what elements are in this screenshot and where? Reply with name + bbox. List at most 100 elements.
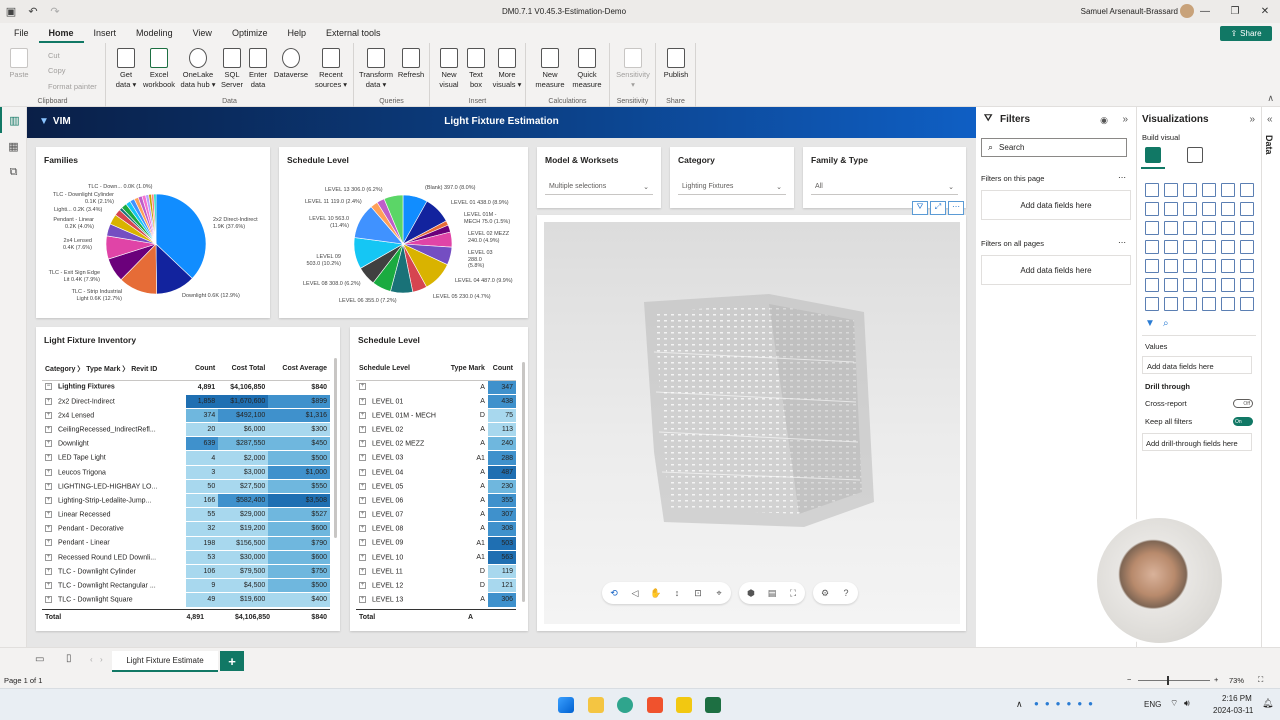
- expand-icon[interactable]: +: [359, 468, 366, 476]
- zoom-slider[interactable]: [1138, 680, 1210, 681]
- expand-icon[interactable]: +: [359, 596, 366, 604]
- table-row[interactable]: + LEVEL 05 A 230: [356, 479, 516, 495]
- visual-type-icon[interactable]: [1183, 259, 1197, 273]
- report-view-icon[interactable]: ▥: [0, 107, 27, 133]
- table-row[interactable]: + CeilingRecessed_IndirectRefl... 20 $6,000…: [42, 422, 330, 438]
- table-row[interactable]: + LEVEL 12 D 121: [356, 578, 516, 594]
- zoom-plus-icon[interactable]: +: [1214, 675, 1218, 684]
- expand-icon[interactable]: «: [1267, 114, 1273, 125]
- visual-type-icon[interactable]: [1183, 278, 1197, 292]
- expand-icon[interactable]: +: [45, 596, 52, 604]
- eye-hide-icon[interactable]: ◉: [1100, 115, 1108, 126]
- expand-icon[interactable]: +: [45, 411, 52, 419]
- pan-icon[interactable]: ✋: [650, 588, 662, 599]
- format-painter-button[interactable]: Format painter: [48, 82, 97, 91]
- scrollbar[interactable]: [334, 358, 337, 538]
- collapse-pane-icon[interactable]: »: [1122, 114, 1128, 125]
- visual-type-icon[interactable]: [1183, 297, 1197, 311]
- get-data-button[interactable]: Get data ▾: [112, 48, 140, 90]
- fit-view-icon[interactable]: ⛶: [787, 588, 799, 599]
- visual-type-icon[interactable]: [1221, 202, 1235, 216]
- inventory-card[interactable]: Light Fixture Inventory Category 〉 Type …: [36, 327, 340, 631]
- visual-type-icon[interactable]: [1221, 240, 1235, 254]
- expand-icon[interactable]: +: [45, 397, 52, 405]
- new-visual-button[interactable]: New visual: [436, 48, 462, 90]
- visual-type-icon[interactable]: [1202, 183, 1216, 197]
- zoom-level[interactable]: 73%: [1229, 676, 1244, 685]
- build-visual-tab-icon[interactable]: [1145, 147, 1161, 163]
- table-row[interactable]: + TLC - Downlight Rectangular ... 9 $4,500 $…: [42, 578, 330, 594]
- copy-button[interactable]: Copy: [48, 66, 66, 75]
- volume-icon[interactable]: 🔊︎: [1184, 698, 1190, 709]
- table-row[interactable]: + LED Tape Light 4 $2,000 $500: [42, 450, 330, 466]
- quick-measure-button[interactable]: Quick measure: [568, 48, 606, 90]
- visual-type-icon[interactable]: [1240, 221, 1254, 235]
- menu-file[interactable]: File: [4, 23, 39, 43]
- more-options-icon[interactable]: ⋯: [948, 201, 964, 215]
- menu-external-tools[interactable]: External tools: [316, 23, 391, 43]
- family-type-slicer[interactable]: Family & Type All ⌄: [803, 147, 966, 208]
- excel-icon[interactable]: [705, 697, 721, 713]
- expand-icon[interactable]: +: [45, 553, 52, 561]
- cross-report-toggle[interactable]: Off: [1233, 399, 1253, 408]
- schedule-table[interactable]: Schedule Level Type Mark Count + A 347 + LEV…: [356, 358, 516, 608]
- visual-type-icon[interactable]: [1164, 183, 1178, 197]
- recent-sources-button[interactable]: Recent sources ▾: [312, 48, 350, 90]
- menu-optimize[interactable]: Optimize: [222, 23, 278, 43]
- data-pane-collapsed[interactable]: « Data: [1261, 107, 1280, 647]
- report-filter-drop-zone[interactable]: Add data fields here: [981, 255, 1131, 285]
- visual-type-icon[interactable]: [1183, 221, 1197, 235]
- mobile-layout-icon[interactable]: ▯: [66, 653, 72, 664]
- expand-icon[interactable]: +: [45, 468, 52, 476]
- expand-icon[interactable]: +: [359, 567, 366, 575]
- page-filter-drop-zone[interactable]: Add data fields here: [981, 190, 1131, 220]
- table-row[interactable]: + Lighting-Strip-Ledalite-Jump... 166 $582,…: [42, 493, 330, 509]
- expand-icon[interactable]: +: [45, 511, 52, 519]
- col-header[interactable]: Category 〉 Type Mark 〉 Revit ID: [42, 358, 187, 381]
- table-row[interactable]: + LEVEL 04 A 487: [356, 465, 516, 480]
- table-row[interactable]: + Downlight 639 $287,550 $450: [42, 436, 330, 452]
- bim-3d-viewer[interactable]: ⟲ ◁ ✋ ↕ ⊡ ⌖ ⬢ ▤ ⛶ ⚙ ?: [544, 222, 960, 624]
- visual-type-icon[interactable]: [1221, 259, 1235, 273]
- col-header[interactable]: Count: [186, 358, 219, 381]
- table-row[interactable]: + Pendant - Linear 198 $156,500 $790: [42, 536, 330, 551]
- zoom-icon[interactable]: ↕: [671, 588, 683, 598]
- table-row[interactable]: + Linear Recessed 55 $29,000 $527: [42, 507, 330, 523]
- visual-type-icon[interactable]: [1145, 278, 1159, 292]
- table-row[interactable]: + LEVEL 02 A 113: [356, 422, 516, 438]
- visual-type-icon[interactable]: [1164, 297, 1178, 311]
- expand-icon[interactable]: +: [359, 397, 366, 405]
- visual-type-icon[interactable]: [1240, 183, 1254, 197]
- expand-icon[interactable]: +: [359, 511, 366, 519]
- brave-icon[interactable]: [647, 697, 663, 713]
- help-icon[interactable]: ?: [840, 588, 852, 598]
- table-row[interactable]: + Recessed Round LED Downli... 53 $30,000 $6…: [42, 550, 330, 565]
- network-icon[interactable]: ⌔: [1170, 698, 1178, 709]
- table-row[interactable]: + LEVEL 08 A 308: [356, 521, 516, 537]
- visual-type-icon[interactable]: [1183, 202, 1197, 216]
- expand-icon[interactable]: +: [45, 525, 52, 533]
- settings-icon[interactable]: ⚙: [819, 588, 831, 599]
- building-model[interactable]: [544, 222, 960, 624]
- keep-filters-toggle[interactable]: On: [1233, 417, 1253, 426]
- expand-icon[interactable]: +: [359, 525, 366, 533]
- transform-data-button[interactable]: Transform data ▾: [358, 48, 394, 90]
- col-header[interactable]: Cost Average: [268, 358, 330, 381]
- visual-type-icon[interactable]: [1240, 278, 1254, 292]
- visual-type-icon[interactable]: [1164, 202, 1178, 216]
- vim-visual-icon[interactable]: ▼: [1145, 318, 1155, 329]
- zoom-minus-icon[interactable]: −: [1127, 675, 1131, 684]
- expand-icon[interactable]: +: [45, 496, 52, 504]
- visual-type-icon[interactable]: [1202, 240, 1216, 254]
- visual-type-icon[interactable]: [1183, 240, 1197, 254]
- table-row[interactable]: + Leucos Trigona 3 $3,000 $1,000: [42, 465, 330, 480]
- enter-data-button[interactable]: Enter data: [246, 48, 270, 90]
- onelake-button[interactable]: OneLake data hub ▾: [178, 48, 218, 90]
- filter-icon[interactable]: ⛛: [912, 201, 928, 215]
- table-row[interactable]: + LEVEL 13 A 306: [356, 592, 516, 608]
- visual-type-icon[interactable]: [1240, 202, 1254, 216]
- menu-insert[interactable]: Insert: [84, 23, 127, 43]
- expand-icon[interactable]: +: [359, 454, 366, 462]
- frame-icon[interactable]: ⌖: [713, 588, 725, 599]
- table-row[interactable]: + A 347: [356, 380, 516, 395]
